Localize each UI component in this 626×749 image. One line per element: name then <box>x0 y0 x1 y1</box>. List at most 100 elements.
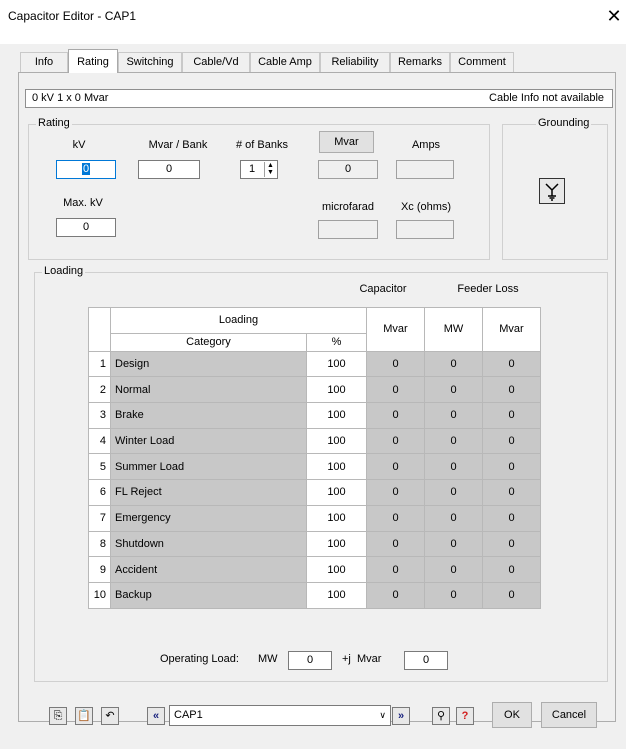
table-row: 6 FL Reject 100 0 0 0 <box>88 479 541 506</box>
table-row: 4 Winter Load 100 0 0 0 <box>88 427 541 455</box>
max-kv-input[interactable]: 0 <box>56 218 116 237</box>
operating-load-label: Operating Load: <box>160 653 239 665</box>
tab-cable-vd[interactable]: Cable/Vd <box>182 52 250 72</box>
feeder-loss-mw-cell: 0 <box>424 479 483 506</box>
mvar-total-field: 0 <box>318 160 378 179</box>
mvar-per-bank-input[interactable]: 0 <box>138 160 200 179</box>
amps-label: Amps <box>411 139 441 151</box>
feeder-loss-mw-cell: 0 <box>424 402 483 429</box>
amps-field <box>396 160 454 179</box>
next-item-icon[interactable]: » <box>392 707 410 725</box>
feeder-loss-mvar-cell: 0 <box>482 350 541 378</box>
wye-ground-icon[interactable] <box>539 178 565 204</box>
microfarad-field <box>318 220 378 239</box>
percent-cell[interactable]: 100 <box>306 376 367 404</box>
category-cell: Design <box>110 350 307 378</box>
find-binoculars-icon[interactable]: ⚲ <box>432 707 450 725</box>
percent-cell[interactable]: 100 <box>306 556 367 583</box>
capacitor-mvar-cell: 0 <box>366 453 425 481</box>
close-icon[interactable]: ✕ <box>604 5 624 27</box>
percent-cell[interactable]: 100 <box>306 350 367 378</box>
category-cell: Backup <box>110 581 307 609</box>
chevron-down-icon[interactable]: ∨ <box>379 706 386 725</box>
feeder-loss-mw-cell: 0 <box>424 581 483 609</box>
title-bar: Capacitor Editor - CAP1 ✕ <box>0 0 626 44</box>
row-number-header <box>88 307 111 352</box>
row-number: 1 <box>88 350 111 378</box>
tab-rating[interactable]: Rating <box>68 49 118 73</box>
capacitor-mvar-cell: 0 <box>366 530 425 558</box>
tab-info[interactable]: Info <box>20 52 68 72</box>
row-number: 3 <box>88 402 111 429</box>
mvar-button[interactable]: Mvar <box>319 131 374 153</box>
row-number: 7 <box>88 504 111 532</box>
category-cell: Summer Load <box>110 453 307 481</box>
percent-cell[interactable]: 100 <box>306 402 367 429</box>
feeder-loss-mvar-cell: 0 <box>482 427 541 455</box>
percent-cell[interactable]: 100 <box>306 504 367 532</box>
number-of-banks-spinner[interactable]: 1 ▲ ▼ <box>240 160 278 179</box>
feeder-loss-mvar-header: Mvar <box>482 307 541 352</box>
ok-button[interactable]: OK <box>492 702 532 728</box>
feeder-loss-mvar-cell: 0 <box>482 453 541 481</box>
cancel-button[interactable]: Cancel <box>541 702 597 728</box>
feeder-loss-mw-cell: 0 <box>424 504 483 532</box>
undo-icon[interactable]: ↶ <box>101 707 119 725</box>
operating-load-mw-input[interactable]: 0 <box>288 651 332 670</box>
window-title: Capacitor Editor - CAP1 <box>8 9 137 23</box>
row-number: 8 <box>88 530 111 558</box>
tab-remarks[interactable]: Remarks <box>390 52 450 72</box>
feeder-loss-mvar-cell: 0 <box>482 376 541 404</box>
capacitor-mvar-header: Mvar <box>366 307 425 352</box>
spin-arrows-icon[interactable]: ▲ ▼ <box>264 162 276 177</box>
feeder-loss-mvar-cell: 0 <box>482 556 541 583</box>
percent-cell[interactable]: 100 <box>306 581 367 609</box>
table-row: 3 Brake 100 0 0 0 <box>88 402 541 429</box>
percent-cell[interactable]: 100 <box>306 479 367 506</box>
tab-reliability[interactable]: Reliability <box>320 52 390 72</box>
percent-cell[interactable]: 100 <box>306 453 367 481</box>
item-selector-dropdown[interactable]: CAP1 ∨ <box>169 705 391 726</box>
category-cell: Normal <box>110 376 307 404</box>
feeder-loss-mvar-cell: 0 <box>482 479 541 506</box>
capacitor-mvar-cell: 0 <box>366 376 425 404</box>
row-number: 2 <box>88 376 111 404</box>
feeder-loss-mvar-cell: 0 <box>482 504 541 532</box>
xc-ohms-field <box>396 220 454 239</box>
capacitor-mvar-cell: 0 <box>366 556 425 583</box>
feeder-loss-mw-cell: 0 <box>424 556 483 583</box>
capacitor-mvar-cell: 0 <box>366 479 425 506</box>
category-header: Category <box>110 332 307 352</box>
capacitor-header-label: Capacitor <box>359 283 407 295</box>
category-cell: Winter Load <box>110 427 307 455</box>
copy-icon[interactable]: ⎘ <box>49 707 67 725</box>
capacitor-mvar-cell: 0 <box>366 504 425 532</box>
loading-column-group-header: Loading <box>110 307 367 334</box>
rating-summary-text: 0 kV 1 x 0 Mvar <box>32 92 109 104</box>
percent-cell[interactable]: 100 <box>306 530 367 558</box>
category-cell: Emergency <box>110 504 307 532</box>
operating-load-j-mvar-label: +j Mvar <box>342 653 382 665</box>
help-icon[interactable]: ? <box>456 707 474 725</box>
feeder-loss-mw-cell: 0 <box>424 453 483 481</box>
operating-load-mvar-input[interactable]: 0 <box>404 651 448 670</box>
loading-legend: Loading <box>42 265 86 277</box>
row-number: 6 <box>88 479 111 506</box>
paste-icon[interactable]: 📋 <box>75 707 93 725</box>
previous-item-icon[interactable]: « <box>147 707 165 725</box>
tab-cable-amp[interactable]: Cable Amp <box>250 52 320 72</box>
kv-input[interactable]: 0 <box>56 160 116 179</box>
tab-comment[interactable]: Comment <box>450 52 514 72</box>
category-cell: Accident <box>110 556 307 583</box>
number-of-banks-label: # of Banks <box>236 139 288 151</box>
xc-ohms-label: Xc (ohms) <box>400 201 452 213</box>
grounding-legend: Grounding <box>536 117 592 129</box>
feeder-loss-mw-cell: 0 <box>424 376 483 404</box>
tab-switching[interactable]: Switching <box>118 52 182 72</box>
capacitor-mvar-cell: 0 <box>366 350 425 378</box>
capacitor-mvar-cell: 0 <box>366 427 425 455</box>
feeder-loss-mw-cell: 0 <box>424 350 483 378</box>
feeder-loss-mw-cell: 0 <box>424 530 483 558</box>
percent-cell[interactable]: 100 <box>306 427 367 455</box>
table-row: 10 Backup 100 0 0 0 <box>88 581 541 609</box>
